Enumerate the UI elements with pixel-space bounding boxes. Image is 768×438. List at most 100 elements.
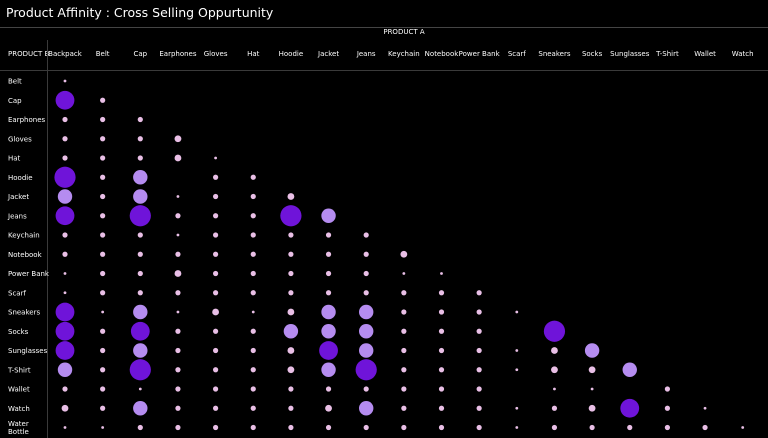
point-sneakers-water-bottle[interactable] [551,424,558,431]
point-belt-socks[interactable] [100,328,106,334]
point-earphones-jeans[interactable] [175,213,181,219]
point-hat-jacket[interactable] [250,193,256,200]
point-scarf-sneakers[interactable] [515,310,519,314]
point-scarf-water-bottle[interactable] [515,426,519,429]
point-backpack-notebook[interactable] [62,251,68,257]
point-hat-keychain[interactable] [250,232,256,238]
point-gloves-watch[interactable] [213,405,219,411]
point-jacket-wallet[interactable] [325,386,332,392]
point-earphones-socks[interactable] [175,328,181,334]
point-backpack-watch[interactable] [61,404,69,412]
point-jeans-notebook[interactable] [363,251,369,257]
point-sneakers-socks[interactable] [543,320,566,342]
point-watch-water-bottle[interactable] [741,426,745,429]
point-keychain-sneakers[interactable] [401,309,407,315]
point-keychain-sunglasses[interactable] [401,347,407,354]
point-earphones-keychain[interactable] [176,233,180,237]
point-sneakers-watch[interactable] [551,405,558,411]
point-jacket-socks[interactable] [321,324,336,339]
point-earphones-power-bank[interactable] [174,270,182,277]
point-hoodie-t-shirt[interactable] [287,366,295,374]
point-hoodie-notebook[interactable] [288,251,294,257]
point-jacket-watch[interactable] [325,404,332,412]
point-earphones-wallet[interactable] [175,386,181,392]
point-hoodie-power-bank[interactable] [288,270,294,277]
point-keychain-scarf[interactable] [401,290,407,296]
point-keychain-wallet[interactable] [401,386,407,392]
point-jacket-jeans[interactable] [321,208,336,223]
point-gloves-sneakers[interactable] [212,308,220,316]
point-socks-watch[interactable] [588,404,596,412]
point-hoodie-jacket[interactable] [287,193,295,200]
point-backpack-scarf[interactable] [63,291,67,295]
point-sneakers-sunglasses[interactable] [551,347,558,354]
point-keychain-notebook[interactable] [400,250,408,258]
point-keychain-socks[interactable] [401,328,407,334]
point-earphones-sunglasses[interactable] [175,347,181,354]
point-earphones-sneakers[interactable] [176,310,180,314]
point-jeans-socks[interactable] [359,324,374,339]
point-cap-keychain[interactable] [137,232,143,238]
point-power-bank-socks[interactable] [476,328,482,334]
point-cap-gloves[interactable] [137,136,143,142]
point-jacket-water-bottle[interactable] [325,424,332,431]
point-backpack-wallet[interactable] [62,386,68,392]
point-backpack-keychain[interactable] [62,232,68,238]
point-hoodie-jeans[interactable] [280,205,302,227]
point-notebook-wallet[interactable] [438,386,445,392]
point-cap-watch[interactable] [133,401,148,416]
point-belt-wallet[interactable] [100,386,106,392]
point-backpack-socks[interactable] [55,321,75,341]
point-cap-notebook[interactable] [137,251,143,257]
point-backpack-hoodie[interactable] [54,166,76,188]
point-jeans-wallet[interactable] [363,386,369,392]
point-cap-sneakers[interactable] [133,304,148,320]
point-cap-socks[interactable] [130,321,150,341]
point-t-shirt-water-bottle[interactable] [664,424,671,431]
point-backpack-hat[interactable] [62,155,68,161]
point-notebook-water-bottle[interactable] [438,424,445,431]
point-t-shirt-wallet[interactable] [664,386,671,392]
point-gloves-keychain[interactable] [213,232,219,238]
point-cap-scarf[interactable] [137,290,143,296]
point-notebook-scarf[interactable] [438,290,445,296]
point-hoodie-keychain[interactable] [288,232,294,238]
point-keychain-t-shirt[interactable] [401,367,407,373]
point-notebook-t-shirt[interactable] [438,367,445,373]
point-power-bank-scarf[interactable] [476,290,482,296]
point-notebook-socks[interactable] [438,328,445,334]
point-belt-jacket[interactable] [100,193,106,200]
point-hat-scarf[interactable] [250,290,256,296]
point-scarf-t-shirt[interactable] [515,368,519,372]
point-hoodie-water-bottle[interactable] [288,424,294,431]
point-wallet-watch[interactable] [703,406,707,410]
point-gloves-water-bottle[interactable] [213,424,219,431]
point-hoodie-socks[interactable] [283,324,299,339]
point-gloves-jacket[interactable] [213,193,219,200]
point-jacket-scarf[interactable] [325,290,332,296]
point-notebook-power-bank[interactable] [440,272,443,275]
point-backpack-water-bottle[interactable] [63,426,67,429]
point-hat-water-bottle[interactable] [250,424,256,431]
point-hat-power-bank[interactable] [250,270,256,277]
point-jacket-t-shirt[interactable] [321,362,336,377]
point-jeans-sneakers[interactable] [359,304,374,320]
point-hat-sunglasses[interactable] [250,347,256,354]
point-cap-power-bank[interactable] [137,270,143,277]
point-belt-keychain[interactable] [100,232,106,238]
point-backpack-cap[interactable] [55,90,75,110]
point-jeans-scarf[interactable] [363,290,369,296]
point-hat-jeans[interactable] [250,213,256,219]
point-gloves-wallet[interactable] [213,386,219,392]
point-belt-gloves[interactable] [100,136,106,142]
point-wallet-water-bottle[interactable] [702,424,708,431]
point-jacket-notebook[interactable] [325,251,332,257]
point-backpack-t-shirt[interactable] [57,362,73,377]
point-cap-sunglasses[interactable] [133,343,148,358]
point-hat-watch[interactable] [250,405,256,411]
point-cap-t-shirt[interactable] [129,359,151,381]
point-earphones-notebook[interactable] [175,251,181,257]
point-keychain-water-bottle[interactable] [401,424,407,431]
point-jeans-keychain[interactable] [363,232,369,238]
point-keychain-power-bank[interactable] [402,272,406,275]
